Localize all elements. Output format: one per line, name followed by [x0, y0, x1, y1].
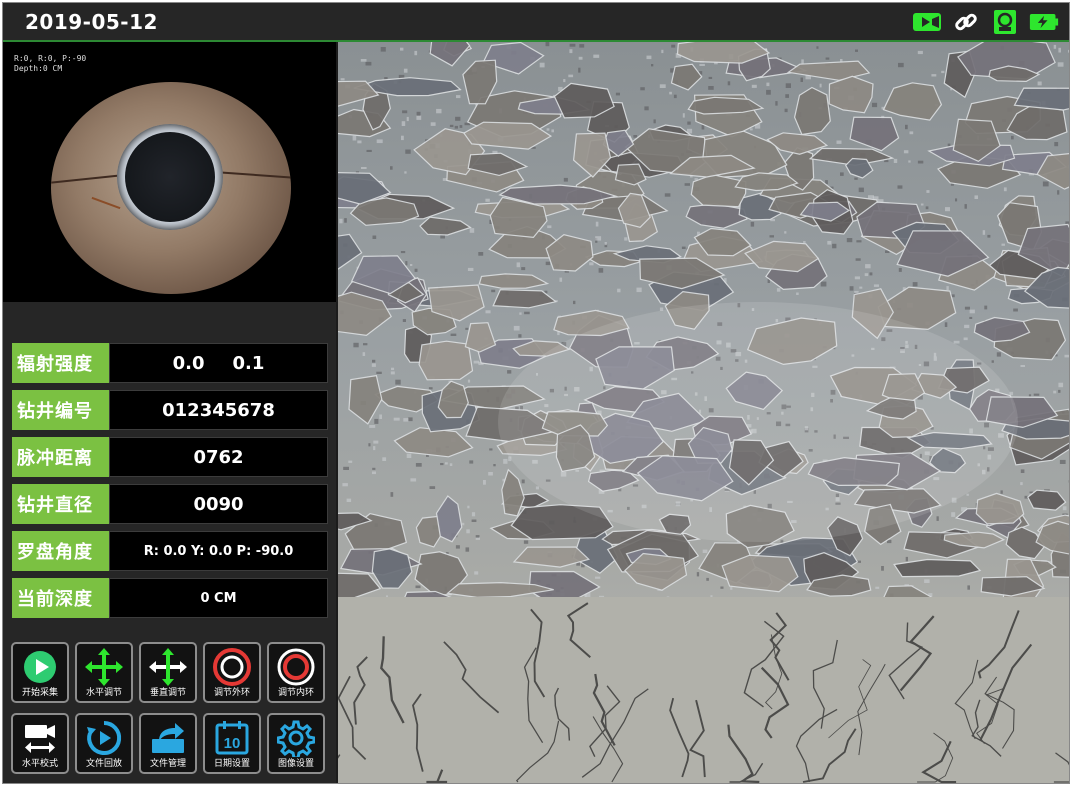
- battery-charging-icon: [1029, 9, 1059, 35]
- field-label: 当前深度: [12, 578, 109, 618]
- status-icons: [912, 8, 1059, 36]
- link-icon[interactable]: [951, 9, 981, 35]
- field-well-number: 钻井编号 012345678: [12, 390, 328, 430]
- adjust-inner-ring-button[interactable]: 调节内环: [267, 642, 325, 703]
- button-label: 水平校式: [21, 759, 58, 769]
- file-management-button[interactable]: 文件管理: [139, 713, 197, 774]
- video-camera-icon[interactable]: [912, 9, 942, 35]
- field-value: 0762: [109, 437, 328, 477]
- gear-icon: [276, 718, 316, 758]
- radiation-value-b: 0.1: [232, 352, 265, 374]
- rock-texture: [338, 42, 1069, 783]
- field-well-diameter: 钻井直径 0090: [12, 484, 328, 524]
- button-label: 图像设置: [277, 759, 314, 769]
- button-label: 日期设置: [213, 759, 250, 769]
- move-arrows-icon: [84, 647, 124, 687]
- radiation-value-a: 0.0: [172, 352, 205, 374]
- field-value: R: 0.0 Y: 0.0 P: -90.0: [109, 531, 328, 571]
- calendar-day: 10: [224, 735, 241, 752]
- adjust-outer-ring-button[interactable]: 调节外环: [203, 642, 261, 703]
- control-buttons: 开始采集 水平调节 垂直调节 调节外环 调节内环 水平校式 文件回放 文件管理 …: [11, 642, 331, 784]
- field-value: 0090: [109, 484, 328, 524]
- osd-depth: Depth:0 CM: [14, 64, 63, 73]
- borehole-camera-preview: R:0, R:0, P:-90 Depth:0 CM: [3, 42, 336, 302]
- button-label: 调节外环: [213, 688, 250, 698]
- button-label: 开始采集: [21, 688, 58, 698]
- move-arrows-icon: [148, 647, 188, 687]
- field-value: 0.0 0.1: [109, 343, 328, 383]
- horizontal-adjust-button[interactable]: 水平调节: [75, 642, 133, 703]
- field-label: 脉冲距离: [12, 437, 109, 477]
- info-fields: 辐射强度 0.0 0.1 钻井编号 012345678 脉冲距离 0762 钻井…: [12, 343, 328, 625]
- field-value: 012345678: [109, 390, 328, 430]
- left-panel: R:0, R:0, P:-90 Depth:0 CM 辐射强度 0.0 0.1: [3, 42, 336, 783]
- calendar-icon: 10: [212, 718, 252, 758]
- camera-level-icon: [20, 718, 60, 758]
- start-capture-button[interactable]: 开始采集: [11, 642, 69, 703]
- top-bar: 2019-05-12: [3, 3, 1069, 42]
- osd-angles: R:0, R:0, P:-90: [14, 54, 87, 63]
- button-label: 调节内环: [277, 688, 314, 698]
- borehole-wall-image: [338, 42, 1069, 783]
- button-label: 水平调节: [85, 688, 122, 698]
- date-display: 2019-05-12: [25, 10, 158, 34]
- field-radiation: 辐射强度 0.0 0.1: [12, 343, 328, 383]
- button-label: 文件回放: [85, 759, 122, 769]
- field-compass-angle: 罗盘角度 R: 0.0 Y: 0.0 P: -90.0: [12, 531, 328, 571]
- field-value: 0 CM: [109, 578, 328, 618]
- vertical-adjust-button[interactable]: 垂直调节: [139, 642, 197, 703]
- record-icon[interactable]: [990, 9, 1020, 35]
- button-label: 垂直调节: [149, 688, 186, 698]
- image-settings-button[interactable]: 图像设置: [267, 713, 325, 774]
- folder-share-icon: [148, 718, 188, 758]
- field-label: 钻井编号: [12, 390, 109, 430]
- app-window: 2019-05-12 R:0, R:0, P:-90 Depth:0 CM 辐射…: [2, 2, 1070, 784]
- inner-ring-icon: [276, 647, 316, 687]
- borehole-circular-image: [51, 82, 291, 294]
- play-icon: [20, 647, 60, 687]
- probe-lens: [125, 132, 215, 222]
- file-playback-button[interactable]: 文件回放: [75, 713, 133, 774]
- field-label: 辐射强度: [12, 343, 109, 383]
- field-label: 钻井直径: [12, 484, 109, 524]
- level-calibration-button[interactable]: 水平校式: [11, 713, 69, 774]
- field-label: 罗盘角度: [12, 531, 109, 571]
- field-current-depth: 当前深度 0 CM: [12, 578, 328, 618]
- camera-osd: R:0, R:0, P:-90 Depth:0 CM: [14, 54, 86, 74]
- button-label: 文件管理: [149, 759, 186, 769]
- date-settings-button[interactable]: 10 日期设置: [203, 713, 261, 774]
- field-pulse-distance: 脉冲距离 0762: [12, 437, 328, 477]
- replay-icon: [84, 718, 124, 758]
- outer-ring-icon: [212, 647, 252, 687]
